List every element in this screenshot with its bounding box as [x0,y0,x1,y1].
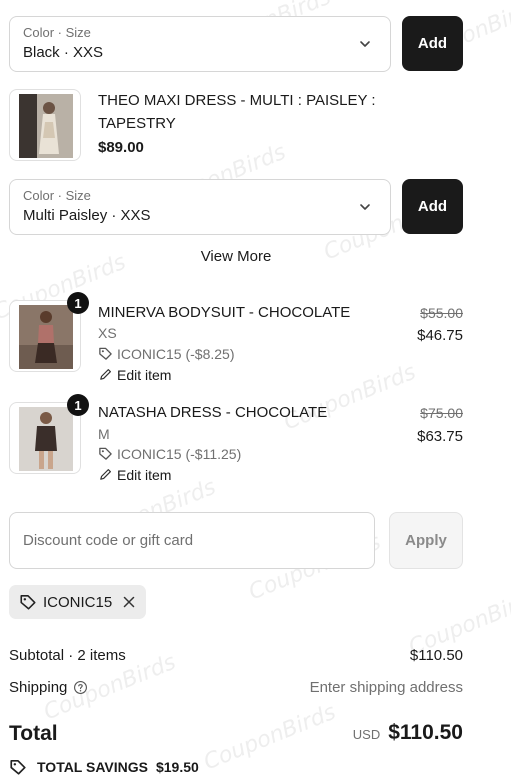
final-price: $46.75 [417,327,463,344]
shipping-label: Shipping [9,679,68,696]
discount-code-input[interactable] [9,512,375,569]
product-photo [19,94,73,158]
cart-item-discount-text: ICONIC15 (-$8.25) [117,346,235,362]
watermark: CouponBirds [200,699,340,776]
cart-item-variant: M [98,426,110,442]
original-price: $55.00 [420,305,463,321]
variant-select-multi-paisley[interactable]: Color · Size Multi Paisley · XXS [9,179,391,235]
cart-item-thumbnail: 1 [9,292,89,372]
quantity-badge: 1 [67,292,89,314]
product-name: THEO MAXI DRESS - MULTI : PAISLEY : [98,92,376,109]
tag-icon [99,447,112,460]
variant-select-value: Multi Paisley · XXS [23,207,151,224]
pencil-icon [100,469,111,480]
quantity-badge: 1 [67,394,89,416]
subtotal-label: Subtotal · 2 items [9,647,126,664]
pencil-icon [100,369,111,380]
add-button[interactable]: Add [402,16,463,71]
variant-select-black[interactable]: Color · Size Black · XXS [9,16,391,72]
total-savings-label: TOTAL SAVINGS [37,759,148,775]
edit-item-label: Edit item [117,367,172,383]
shipping-value: Enter shipping address [309,679,463,696]
final-price: $63.75 [417,428,463,445]
product-photo [19,407,73,471]
edit-item-link[interactable]: Edit item [98,467,171,483]
total-row: USD $110.50 [353,721,463,745]
product-price: $89.00 [98,139,144,156]
cart-item-variant: XS [98,325,117,341]
cart-item-discount: ICONIC15 (-$11.25) [98,446,241,462]
add-button[interactable]: Add [402,179,463,234]
cart-item-discount: ICONIC15 (-$8.25) [98,346,234,362]
total-savings-value: $19.50 [155,759,199,775]
total-currency: USD [352,727,381,742]
chevron-down-icon [360,204,370,210]
view-more-link[interactable]: View More [0,248,472,265]
product-name: TAPESTRY [98,115,176,132]
tag-icon [20,595,36,610]
cart-item-name: MINERVA BODYSUIT - CHOCOLATE [98,304,351,321]
applied-discount-code: ICONIC15 [43,593,113,611]
close-icon [123,596,135,608]
original-price: $75.00 [420,405,463,421]
variant-select-label: Color · Size [23,188,91,203]
tag-icon [10,759,26,775]
tag-icon [99,347,112,360]
total-value: $110.50 [388,721,463,744]
subtotal-value: $110.50 [409,647,463,664]
apply-button[interactable]: Apply [389,512,463,569]
edit-item-label: Edit item [117,467,172,483]
cart-item-name: NATASHA DRESS - CHOCOLATE [98,404,328,421]
variant-select-value: Black · XXS [23,44,104,61]
product-thumbnail[interactable] [9,89,81,161]
watermark: CouponBirds [280,359,420,436]
total-label: Total [9,722,58,745]
cart-item-discount-text: ICONIC15 (-$11.25) [117,446,242,462]
shipping-row: Shipping [9,679,88,696]
chevron-down-icon [360,41,370,47]
help-circle-icon[interactable] [73,680,88,695]
total-savings-row: TOTAL SAVINGS $19.50 [9,758,199,776]
product-photo [19,305,73,369]
variant-select-label: Color · Size [23,25,91,40]
cart-item-thumbnail: 1 [9,394,89,474]
edit-item-link[interactable]: Edit item [98,367,171,383]
applied-discount-chip: ICONIC15 [9,585,147,619]
remove-discount-button[interactable] [122,595,136,609]
